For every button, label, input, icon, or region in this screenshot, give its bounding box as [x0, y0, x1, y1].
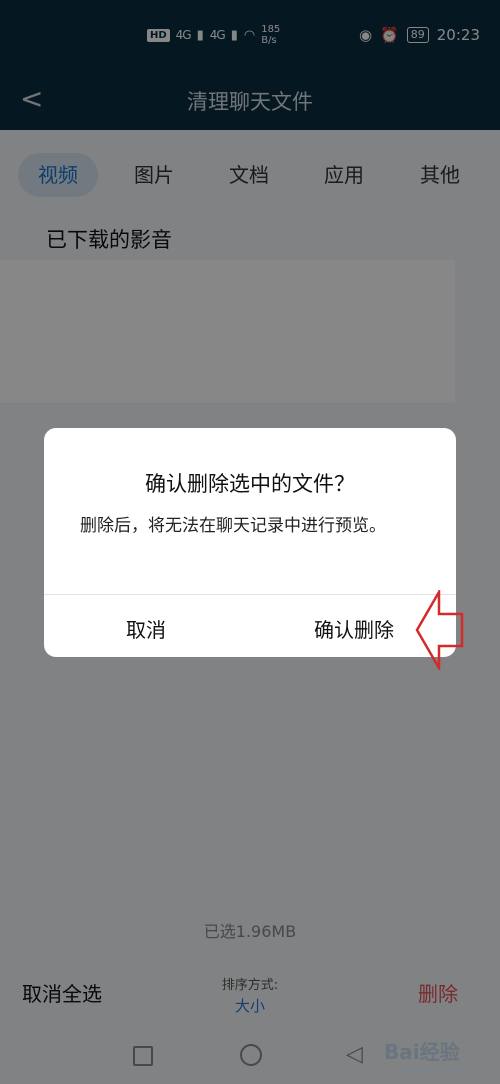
watermark-logo: Bai经验: [384, 1040, 460, 1064]
dialog-divider: [44, 594, 456, 595]
dialog-cancel-button[interactable]: 取消: [94, 614, 198, 643]
dialog-title: 确认删除选中的文件？: [145, 472, 355, 496]
dialog-message: 删除后，将无法在聊天记录中进行预览。: [80, 516, 386, 536]
dialog-confirm-delete-button[interactable]: 确认删除: [299, 614, 409, 643]
watermark-url: jingyan.baidu.com: [396, 1066, 489, 1077]
annotation-arrow-icon: [415, 590, 464, 670]
confirm-delete-dialog: 确认删除选中的文件？ 删除后，将无法在聊天记录中进行预览。 取消 确认删除: [44, 428, 456, 657]
